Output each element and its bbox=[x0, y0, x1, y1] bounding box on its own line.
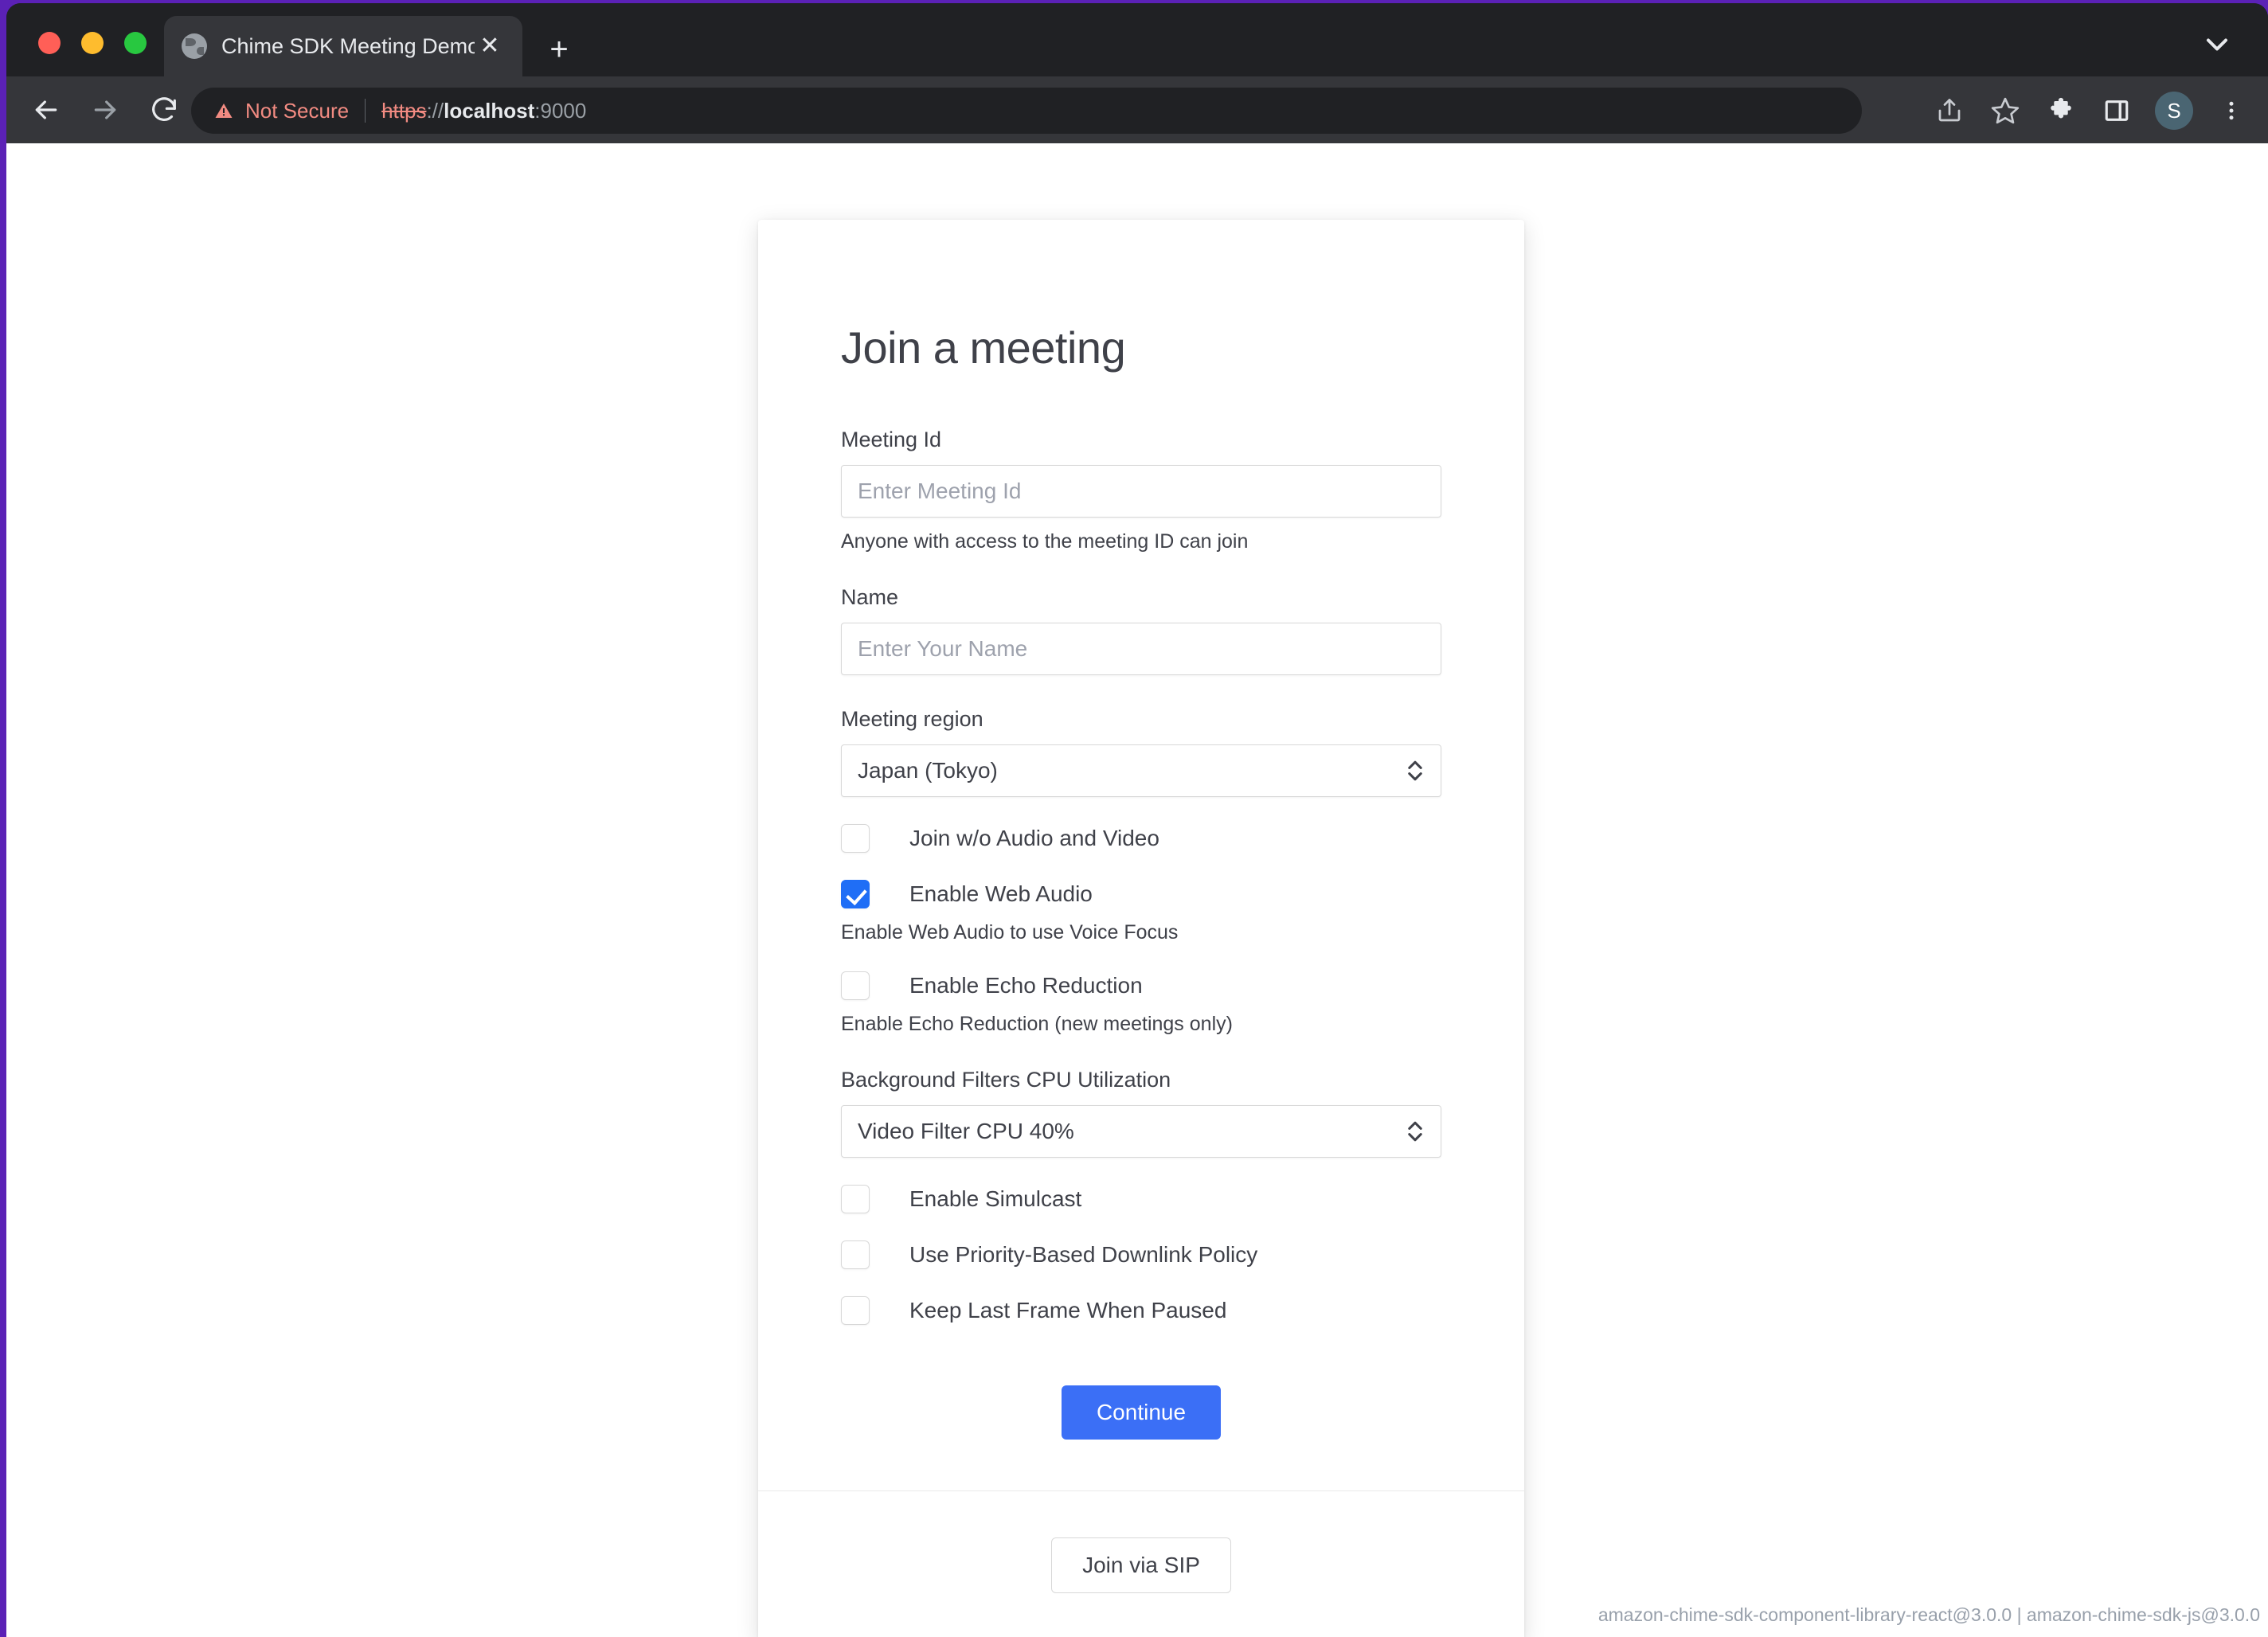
url-port: :9000 bbox=[534, 98, 587, 123]
browser-window: Chime SDK Meeting Demo ✕ + Not Secure ht… bbox=[6, 3, 2268, 1637]
maximize-window-button[interactable] bbox=[124, 32, 147, 54]
meeting-region-select-wrap: Japan (Tokyo) bbox=[841, 744, 1441, 797]
cpu-utilization-select-wrap: Video Filter CPU 40% bbox=[841, 1105, 1441, 1158]
share-icon[interactable] bbox=[1932, 93, 1967, 128]
join-meeting-card: Join a meeting Meeting Id Anyone with ac… bbox=[758, 220, 1524, 1637]
back-button[interactable] bbox=[27, 91, 65, 129]
meeting-id-helper: Anyone with access to the meeting ID can… bbox=[841, 530, 1249, 553]
page-viewport: Join a meeting Meeting Id Anyone with ac… bbox=[6, 143, 2268, 1637]
page-title: Join a meeting bbox=[841, 322, 1126, 373]
meeting-region-select[interactable]: Japan (Tokyo) bbox=[841, 744, 1441, 797]
checkbox-label-enable-echo-reduction: Enable Echo Reduction bbox=[909, 973, 1143, 998]
new-tab-button[interactable]: + bbox=[542, 33, 577, 68]
checkbox-row-keep-last-frame[interactable]: Keep Last Frame When Paused bbox=[841, 1296, 1441, 1325]
omnibox-divider bbox=[365, 99, 366, 123]
minimize-window-button[interactable] bbox=[81, 32, 104, 54]
checkbox-keep-last-frame[interactable] bbox=[841, 1296, 870, 1325]
three-dot-menu-icon[interactable] bbox=[2214, 93, 2249, 128]
cpu-utilization-select[interactable]: Video Filter CPU 40% bbox=[841, 1105, 1441, 1158]
window-controls bbox=[38, 32, 147, 54]
meeting-id-label: Meeting Id bbox=[841, 428, 942, 451]
checkbox-priority-downlink[interactable] bbox=[841, 1240, 870, 1269]
close-window-button[interactable] bbox=[38, 32, 61, 54]
security-status-label: Not Secure bbox=[245, 98, 350, 123]
join-via-sip-button[interactable]: Join via SIP bbox=[1051, 1537, 1231, 1593]
reload-button[interactable] bbox=[145, 91, 183, 129]
checkbox-row-enable-echo-reduction[interactable]: Enable Echo Reduction bbox=[841, 971, 1441, 1000]
browser-tab[interactable]: Chime SDK Meeting Demo ✕ bbox=[164, 16, 522, 76]
name-label: Name bbox=[841, 585, 899, 609]
star-icon[interactable] bbox=[1988, 93, 2023, 128]
continue-button[interactable]: Continue bbox=[1061, 1385, 1222, 1440]
side-panel-icon[interactable] bbox=[2099, 93, 2134, 128]
globe-icon bbox=[182, 33, 207, 59]
url-slashes: :// bbox=[426, 98, 444, 123]
checkbox-row-enable-web-audio[interactable]: Enable Web Audio bbox=[841, 880, 1441, 908]
checkbox-label-keep-last-frame: Keep Last Frame When Paused bbox=[909, 1298, 1227, 1322]
checkbox-label-enable-simulcast: Enable Simulcast bbox=[909, 1186, 1082, 1211]
helper-enable-web-audio: Enable Web Audio to use Voice Focus bbox=[841, 921, 1179, 944]
chevron-down-icon[interactable] bbox=[2200, 27, 2235, 62]
puzzle-icon[interactable] bbox=[2043, 93, 2078, 128]
helper-enable-echo-reduction: Enable Echo Reduction (new meetings only… bbox=[841, 1013, 1233, 1035]
checkbox-enable-simulcast[interactable] bbox=[841, 1185, 870, 1213]
checkbox-label-priority-downlink: Use Priority-Based Downlink Policy bbox=[909, 1242, 1258, 1267]
url-scheme: https bbox=[381, 98, 427, 123]
checkbox-row-enable-simulcast[interactable]: Enable Simulcast bbox=[841, 1185, 1441, 1213]
forward-button[interactable] bbox=[86, 91, 124, 129]
url-text: https://localhost:9000 bbox=[381, 99, 586, 123]
card-footer: Join via SIP bbox=[758, 1491, 1524, 1637]
warning-triangle-icon bbox=[215, 104, 233, 118]
browser-toolbar: Not Secure https://localhost:9000 S bbox=[6, 76, 2268, 143]
card-body: Join a meeting Meeting Id Anyone with ac… bbox=[758, 220, 1524, 1490]
checkbox-enable-echo-reduction[interactable] bbox=[841, 971, 870, 1000]
checkbox-row-priority-downlink[interactable]: Use Priority-Based Downlink Policy bbox=[841, 1240, 1441, 1269]
name-input[interactable] bbox=[841, 623, 1441, 675]
version-footer: amazon-chime-sdk-component-library-react… bbox=[1597, 1604, 2260, 1625]
checkbox-label-enable-web-audio: Enable Web Audio bbox=[909, 881, 1093, 906]
checkbox-row-join-wo-av[interactable]: Join w/o Audio and Video bbox=[841, 824, 1441, 853]
url-host: localhost bbox=[444, 98, 535, 123]
meeting-id-input[interactable] bbox=[841, 465, 1441, 518]
avatar[interactable]: S bbox=[2155, 92, 2193, 130]
checkbox-enable-web-audio[interactable] bbox=[841, 880, 870, 908]
continue-button-wrap: Continue bbox=[841, 1385, 1441, 1440]
toolbar-actions: S bbox=[1932, 88, 2249, 134]
address-bar[interactable]: Not Secure https://localhost:9000 bbox=[191, 88, 1862, 134]
close-tab-icon[interactable]: ✕ bbox=[475, 34, 505, 58]
checkbox-join-wo-av[interactable] bbox=[841, 824, 870, 853]
checkbox-label-join-wo-av: Join w/o Audio and Video bbox=[909, 826, 1159, 850]
meeting-region-label: Meeting region bbox=[841, 707, 983, 731]
cpu-utilization-label: Background Filters CPU Utilization bbox=[841, 1068, 1171, 1092]
tab-title: Chime SDK Meeting Demo bbox=[221, 33, 475, 58]
tab-strip: Chime SDK Meeting Demo ✕ + bbox=[6, 3, 2268, 76]
